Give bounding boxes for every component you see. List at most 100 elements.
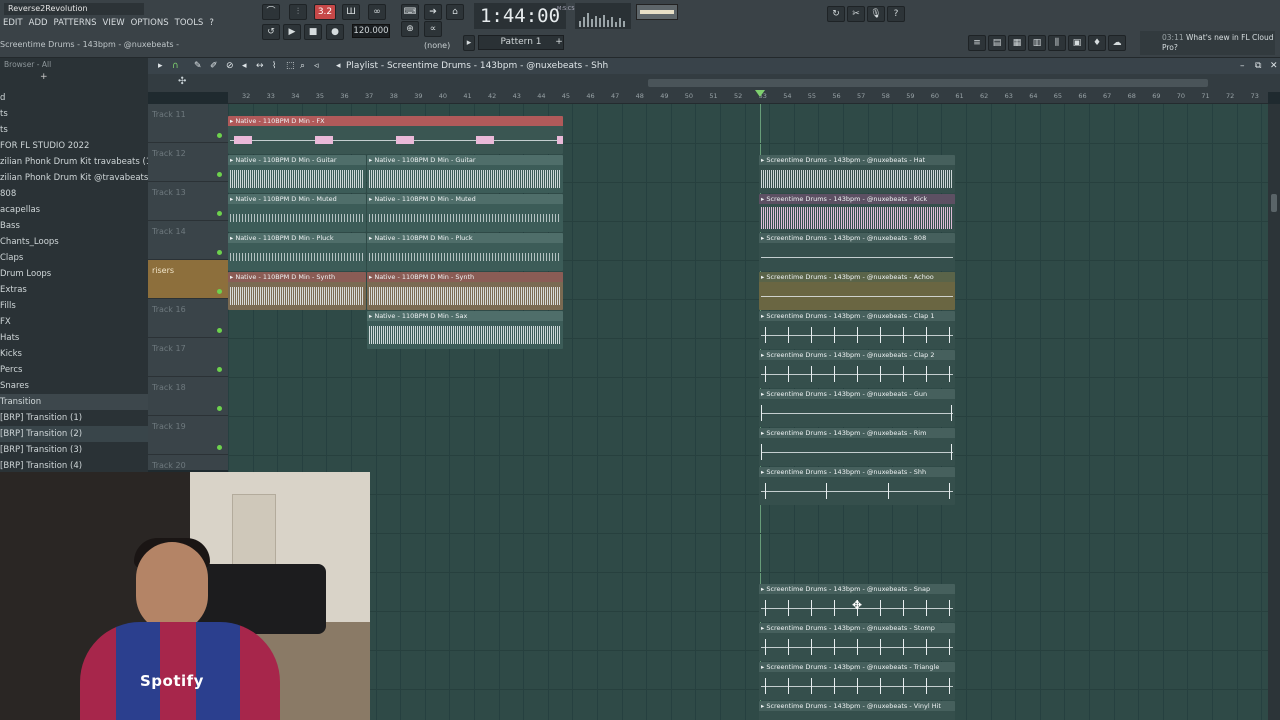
playlist-clip[interactable]: ▸ Native - 110BPM D Min - Muted xyxy=(228,194,366,232)
track-header[interactable]: Track 12 xyxy=(148,143,228,182)
playlist-clip[interactable]: ▸ Native - 110BPM D Min - Pluck xyxy=(228,233,366,271)
playlist-clip[interactable]: ▸ Native - 110BPM D Min - Muted xyxy=(367,194,563,232)
minimize-icon[interactable]: – xyxy=(1240,58,1245,74)
track-led-icon[interactable] xyxy=(217,172,222,177)
playlist-clip[interactable]: ▸ Screentime Drums - 143bpm - @nuxebeats… xyxy=(759,233,955,271)
track-header[interactable]: Track 16 xyxy=(148,299,228,338)
playlist-clip[interactable]: ▸ Screentime Drums - 143bpm - @nuxebeats… xyxy=(759,428,955,466)
slip-tool-icon[interactable]: ↔ xyxy=(256,58,264,74)
menu-tools[interactable]: TOOLS xyxy=(172,17,207,31)
playlist-clip[interactable]: ▸ Screentime Drums - 143bpm - @nuxebeats… xyxy=(759,311,955,349)
browser-item[interactable]: [BRP] Transition (1) xyxy=(0,410,148,426)
browser-item[interactable]: 808 xyxy=(0,186,148,202)
playlist-clip[interactable]: ▸ Screentime Drums - 143bpm - @nuxebeats… xyxy=(759,662,955,700)
playlist-clip[interactable]: ▸ Native - 110BPM D Min - FX xyxy=(228,116,563,154)
plugin-icon[interactable]: ▣ xyxy=(1068,35,1086,51)
browser-item[interactable]: ts xyxy=(0,106,148,122)
typing-keyboard-icon[interactable]: ⌨ xyxy=(401,4,419,20)
playlist-clip[interactable]: ▸ Screentime Drums - 143bpm - @nuxebeats… xyxy=(759,194,955,232)
slice-tool-icon[interactable]: ⌇ xyxy=(272,58,276,74)
track-header[interactable]: Track 14 xyxy=(148,221,228,260)
browser-item[interactable]: Transition xyxy=(0,394,148,410)
arrow-right-icon[interactable]: ➔ xyxy=(424,4,442,20)
menu-edit[interactable]: EDIT xyxy=(0,17,26,31)
browser-item[interactable]: [BRP] Transition (4) xyxy=(0,458,148,472)
playlist-clip[interactable]: ▸ Native - 110BPM D Min - Sax xyxy=(367,311,563,349)
browser-item[interactable]: Bass xyxy=(0,218,148,234)
browser-item[interactable]: FX xyxy=(0,314,148,330)
stop-icon[interactable]: ■ xyxy=(304,24,322,40)
maximize-icon[interactable]: ⧉ xyxy=(1255,58,1261,74)
channel-rack-icon[interactable]: ▤ xyxy=(988,35,1006,51)
tempo-display[interactable]: 120.000 xyxy=(352,24,390,38)
browser-item[interactable]: Extras xyxy=(0,282,148,298)
mic-icon[interactable]: 🎙 xyxy=(867,6,885,22)
step-edit-icon[interactable]: Ш xyxy=(342,4,360,20)
link-icon[interactable]: ∝ xyxy=(424,21,442,37)
playhead-marker[interactable] xyxy=(755,90,765,97)
track-header[interactable]: Track 17 xyxy=(148,338,228,377)
menu-help[interactable]: ? xyxy=(206,17,217,31)
snap-icon[interactable]: ⊕ xyxy=(401,21,419,37)
playlist-grid[interactable]: ▸ Native - 110BPM D Min - FX ▸ Native - 1… xyxy=(228,104,1268,720)
browser-item[interactable]: zilian Phonk Drum Kit travabeats (1) xyxy=(0,154,148,170)
keyboard-icon[interactable]: ⌂ xyxy=(446,4,464,20)
playlist-clip[interactable]: ▸ Native - 110BPM D Min - Synth xyxy=(367,272,563,310)
browser-item[interactable]: Hats xyxy=(0,330,148,346)
playlist-clip[interactable]: ▸ Screentime Drums - 143bpm - @nuxebeats… xyxy=(759,389,955,427)
arrow-left-icon[interactable]: ◂ xyxy=(336,58,341,74)
time-display[interactable]: 1:44:00 xyxy=(474,3,566,29)
playlist-clip[interactable]: ▸ Native - 110BPM D Min - Pluck xyxy=(367,233,563,271)
browser-item[interactable]: Chants_Loops xyxy=(0,234,148,250)
browser-add-icon[interactable]: + xyxy=(40,72,48,82)
track-header[interactable]: Track 18 xyxy=(148,377,228,416)
track-led-icon[interactable] xyxy=(217,250,222,255)
select-tool-icon[interactable]: ⬚ xyxy=(286,58,295,74)
play-arrow-icon[interactable]: ▸ xyxy=(158,58,163,74)
timeline-ruler[interactable]: 32 33 34 35 36 37 38 39 40 41 42 43 44 45 46 47 48 49 50 51… xyxy=(228,90,1268,104)
browser-item[interactable]: [BRP] Transition (3) xyxy=(0,442,148,458)
browser-item[interactable]: Drum Loops xyxy=(0,266,148,282)
browser-item[interactable]: Percs xyxy=(0,362,148,378)
record-icon[interactable]: ● xyxy=(326,24,344,40)
browser-item[interactable]: Kicks xyxy=(0,346,148,362)
browser-item[interactable]: zilian Phonk Drum Kit @travabeats xyxy=(0,170,148,186)
playlist-clip[interactable]: ▸ Native - 110BPM D Min - Synth xyxy=(228,272,366,310)
playlist-clip[interactable]: ▸ Screentime Drums - 143bpm - @nuxebeats… xyxy=(759,701,955,720)
menu-view[interactable]: VIEW xyxy=(100,17,128,31)
track-led-icon[interactable] xyxy=(217,367,222,372)
countdown-icon[interactable]: 3.2 xyxy=(314,4,336,20)
track-header[interactable]: Track 19 xyxy=(148,416,228,455)
mute-tool-icon[interactable]: ◂ xyxy=(242,58,247,74)
playlist-vertical-scrollbar[interactable] xyxy=(1268,104,1280,720)
menu-options[interactable]: OPTIONS xyxy=(128,17,172,31)
arrange-nav-icon[interactable]: ✣ xyxy=(178,76,186,87)
browser-item[interactable]: d xyxy=(0,90,148,106)
pattern-prev-icon[interactable]: ▸ xyxy=(463,35,475,51)
undo-icon[interactable]: ↻ xyxy=(827,6,845,22)
browser-icon[interactable]: ▥ xyxy=(1028,35,1046,51)
piano-roll-icon[interactable]: ▦ xyxy=(1008,35,1026,51)
menu-add[interactable]: ADD xyxy=(26,17,51,31)
help-icon[interactable]: ? xyxy=(887,6,905,22)
track-header[interactable]: Track 13 xyxy=(148,182,228,221)
delete-tool-icon[interactable]: ⊘ xyxy=(226,58,234,74)
magnet-icon[interactable]: ∩ xyxy=(172,58,179,74)
track-led-icon[interactable] xyxy=(217,328,222,333)
playlist-clip[interactable]: ▸ Screentime Drums - 143bpm - @nuxebeats… xyxy=(759,467,955,505)
browser-item[interactable]: Claps xyxy=(0,250,148,266)
browser-item[interactable]: acapellas xyxy=(0,202,148,218)
track-led-icon[interactable] xyxy=(217,445,222,450)
wait-icon[interactable]: ⫶ xyxy=(289,4,307,20)
cloud-icon[interactable]: ☁ xyxy=(1108,35,1126,51)
pattern-selector[interactable]: Pattern 1 xyxy=(478,35,564,50)
play-icon[interactable]: ▶ xyxy=(283,24,301,40)
playlist-clip[interactable]: ▸ Native - 110BPM D Min - Guitar xyxy=(228,155,366,193)
track-led-icon[interactable] xyxy=(217,289,222,294)
pattern-add-icon[interactable]: + xyxy=(553,35,565,51)
zoom-tool-icon[interactable]: ⌕ xyxy=(300,58,305,74)
playlist-clip[interactable]: ▸ Screentime Drums - 143bpm - @nuxebeats… xyxy=(759,155,955,193)
paint-tool-icon[interactable]: ✐ xyxy=(210,58,218,74)
close-icon[interactable]: ✕ xyxy=(1270,58,1278,74)
track-led-icon[interactable] xyxy=(217,211,222,216)
